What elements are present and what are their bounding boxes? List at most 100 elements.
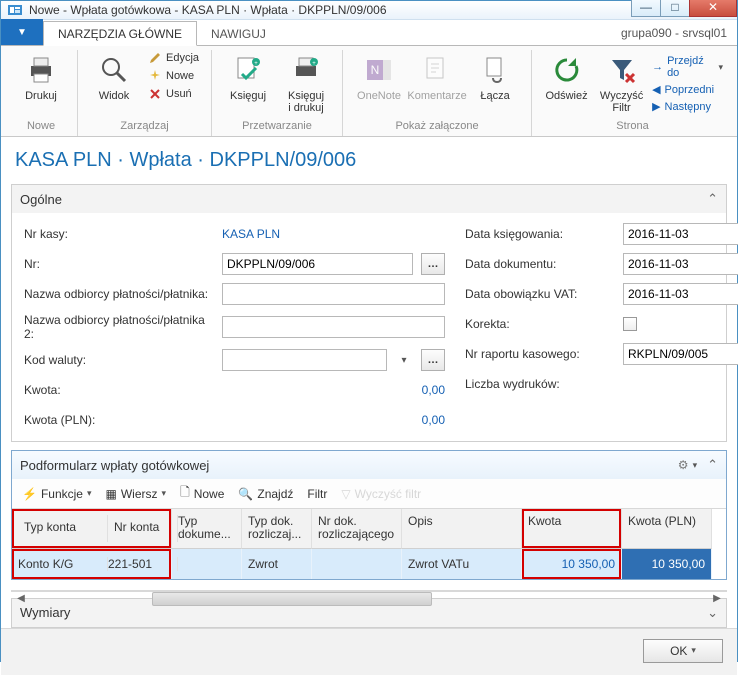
kwota-value: 0,00: [285, 383, 445, 397]
col-typ-nr-konta[interactable]: Typ konta Nr konta: [12, 509, 172, 548]
minimize-button[interactable]: ―: [631, 0, 661, 17]
post-print-button[interactable]: + Księguj i drukuj: [278, 50, 334, 118]
maximize-button[interactable]: □: [660, 0, 690, 17]
label-kwotapln: Kwota (PLN):: [24, 413, 214, 427]
label-odb1: Nazwa odbiorcy płatności/płatnika:: [24, 287, 214, 301]
label-odb2: Nazwa odbiorcy płatności/płatnika 2:: [24, 313, 214, 341]
chevron-up-icon: ⌃: [707, 191, 718, 207]
grid-icon: ▦: [106, 487, 117, 501]
cell-typ-nr-konta[interactable]: Konto K/G 221-501: [12, 549, 172, 579]
sparkle-icon: [148, 69, 162, 83]
kwotapln-value: 0,00: [285, 413, 445, 427]
scroll-thumb[interactable]: [152, 592, 432, 606]
wyczysc-filtr-button: ▽Wyczyść filtr: [341, 487, 421, 501]
next-link[interactable]: ▶Następny: [650, 99, 725, 114]
tab-main[interactable]: NARZĘDZIA GŁÓWNE: [43, 21, 197, 46]
page-title: KASA PLN · Wpłata · DKPPLN/09/006: [1, 137, 737, 178]
datad-input[interactable]: [623, 253, 738, 275]
cell-typdokr[interactable]: Zwrot: [242, 549, 312, 579]
window-buttons: ― □ ✕: [632, 0, 737, 19]
datav-input[interactable]: [623, 283, 738, 305]
wiersz-menu[interactable]: ▦Wiersz ▾: [106, 487, 167, 501]
dialog-footer: OK▾: [1, 628, 737, 675]
label-nrrap: Nr raportu kasowego:: [465, 347, 615, 361]
onenote-icon: N: [363, 54, 395, 86]
titlebar: Nowe - Wpłata gotówkowa - KASA PLN · Wpł…: [1, 1, 737, 20]
funkcje-menu[interactable]: ⚡Funkcje ▾: [22, 487, 92, 501]
label-korekta: Korekta:: [465, 317, 615, 331]
section-general-header[interactable]: Ogólne ⌃: [12, 185, 726, 213]
x-icon: [148, 87, 162, 101]
new-button[interactable]: Nowe: [144, 68, 203, 84]
onenote-button: N OneNote: [351, 50, 407, 106]
znajdz-button[interactable]: 🔍Znajdź: [238, 487, 293, 501]
subform-header[interactable]: Podformularz wpłaty gotówkowej ⚙ ▾ ⌃: [12, 451, 726, 479]
col-nrdokr[interactable]: Nr dok. rozliczającego: [312, 509, 402, 548]
post-button[interactable]: + Księguj: [220, 50, 276, 106]
ribbon: Drukuj Nowe Widok Edycja Nowe Usuń Zarzą…: [1, 46, 737, 137]
close-button[interactable]: ✕: [689, 0, 737, 17]
label-datav: Data obowiązku VAT:: [465, 287, 615, 301]
col-kwotapln[interactable]: Kwota (PLN): [622, 509, 712, 548]
kod-dropdown[interactable]: ▾: [395, 355, 413, 366]
scroll-left-button[interactable]: ◀: [12, 591, 30, 607]
label-nrkasy: Nr kasy:: [24, 227, 214, 241]
nrkasy-link[interactable]: KASA PLN: [222, 227, 280, 241]
refresh-button[interactable]: Odśwież: [540, 50, 593, 106]
view-button[interactable]: Widok: [86, 50, 142, 106]
col-typdokr[interactable]: Typ dok. rozliczaj...: [242, 509, 312, 548]
col-kwota[interactable]: Kwota: [522, 509, 622, 548]
kod-lookup-button[interactable]: …: [421, 349, 445, 371]
horizontal-scrollbar[interactable]: ◀ ▶: [11, 590, 727, 592]
subform-toolbar: ⚡Funkcje ▾ ▦Wiersz ▾ 🗋Nowe 🔍Znajdź Filtr…: [12, 479, 726, 509]
odb2-input[interactable]: [222, 316, 445, 338]
links-button[interactable]: Łącza: [467, 50, 523, 106]
label-nr: Nr:: [24, 257, 214, 271]
goto-link[interactable]: →Przejdź do▾: [650, 54, 725, 80]
odb1-input[interactable]: [222, 283, 445, 305]
cell-typdok[interactable]: [172, 549, 242, 579]
datak-input[interactable]: [623, 223, 738, 245]
scroll-right-button[interactable]: ▶: [708, 591, 726, 607]
post-print-icon: +: [290, 54, 322, 86]
pencil-icon: [148, 51, 162, 65]
korekta-checkbox[interactable]: [623, 317, 637, 331]
ok-button[interactable]: OK▾: [643, 639, 723, 663]
ribbon-tabs: ▼ NARZĘDZIA GŁÓWNE NAWIGUJ grupa090 - sr…: [1, 20, 737, 46]
funnel-clear-icon: ▽: [341, 487, 350, 501]
print-button[interactable]: Drukuj: [13, 50, 69, 106]
col-typdok[interactable]: Typ dokume...: [172, 509, 242, 548]
cell-kwotapln[interactable]: 10 350,00: [622, 549, 712, 579]
printer-icon: [25, 54, 57, 86]
svg-text:+: +: [312, 61, 316, 67]
window-title: Nowe - Wpłata gotówkowa - KASA PLN · Wpł…: [29, 3, 387, 17]
clear-filter-button[interactable]: Wyczyść Filtr: [595, 50, 648, 118]
comments-button: Komentarze: [409, 50, 465, 106]
section-general: Ogólne ⌃ Nr kasy: KASA PLN Nr: … Nazwa odb…: [11, 184, 727, 442]
new-doc-icon: 🗋: [180, 483, 190, 504]
col-opis[interactable]: Opis: [402, 509, 522, 548]
nowe-button[interactable]: 🗋Nowe: [180, 483, 224, 504]
group-label-manage: Zarządzaj: [86, 118, 203, 136]
nr-lookup-button[interactable]: …: [421, 253, 445, 275]
cell-kwota[interactable]: 10 350,00: [522, 549, 622, 579]
tab-navigate[interactable]: NAWIGUJ: [197, 22, 280, 45]
filtr-button[interactable]: Filtr: [307, 487, 327, 501]
group-label-new: Nowe: [13, 118, 69, 136]
cell-nrdokr[interactable]: [312, 549, 402, 579]
file-menu[interactable]: ▼: [1, 19, 43, 45]
label-kwota: Kwota:: [24, 383, 214, 397]
delete-button[interactable]: Usuń: [144, 86, 203, 102]
gear-icon[interactable]: ⚙: [678, 458, 689, 472]
prev-link[interactable]: ◀Poprzedni: [650, 82, 725, 97]
funnel-icon: [606, 54, 638, 86]
nrrap-input[interactable]: [623, 343, 738, 365]
edit-button[interactable]: Edycja: [144, 50, 203, 66]
svg-text:+: +: [254, 61, 258, 67]
kod-input[interactable]: [222, 349, 387, 371]
user-label: grupa090 - srvsql01: [611, 21, 737, 45]
lightning-icon: ⚡: [22, 487, 37, 501]
label-kod: Kod waluty:: [24, 353, 214, 367]
nr-input[interactable]: [222, 253, 413, 275]
cell-opis[interactable]: Zwrot VATu: [402, 549, 522, 579]
